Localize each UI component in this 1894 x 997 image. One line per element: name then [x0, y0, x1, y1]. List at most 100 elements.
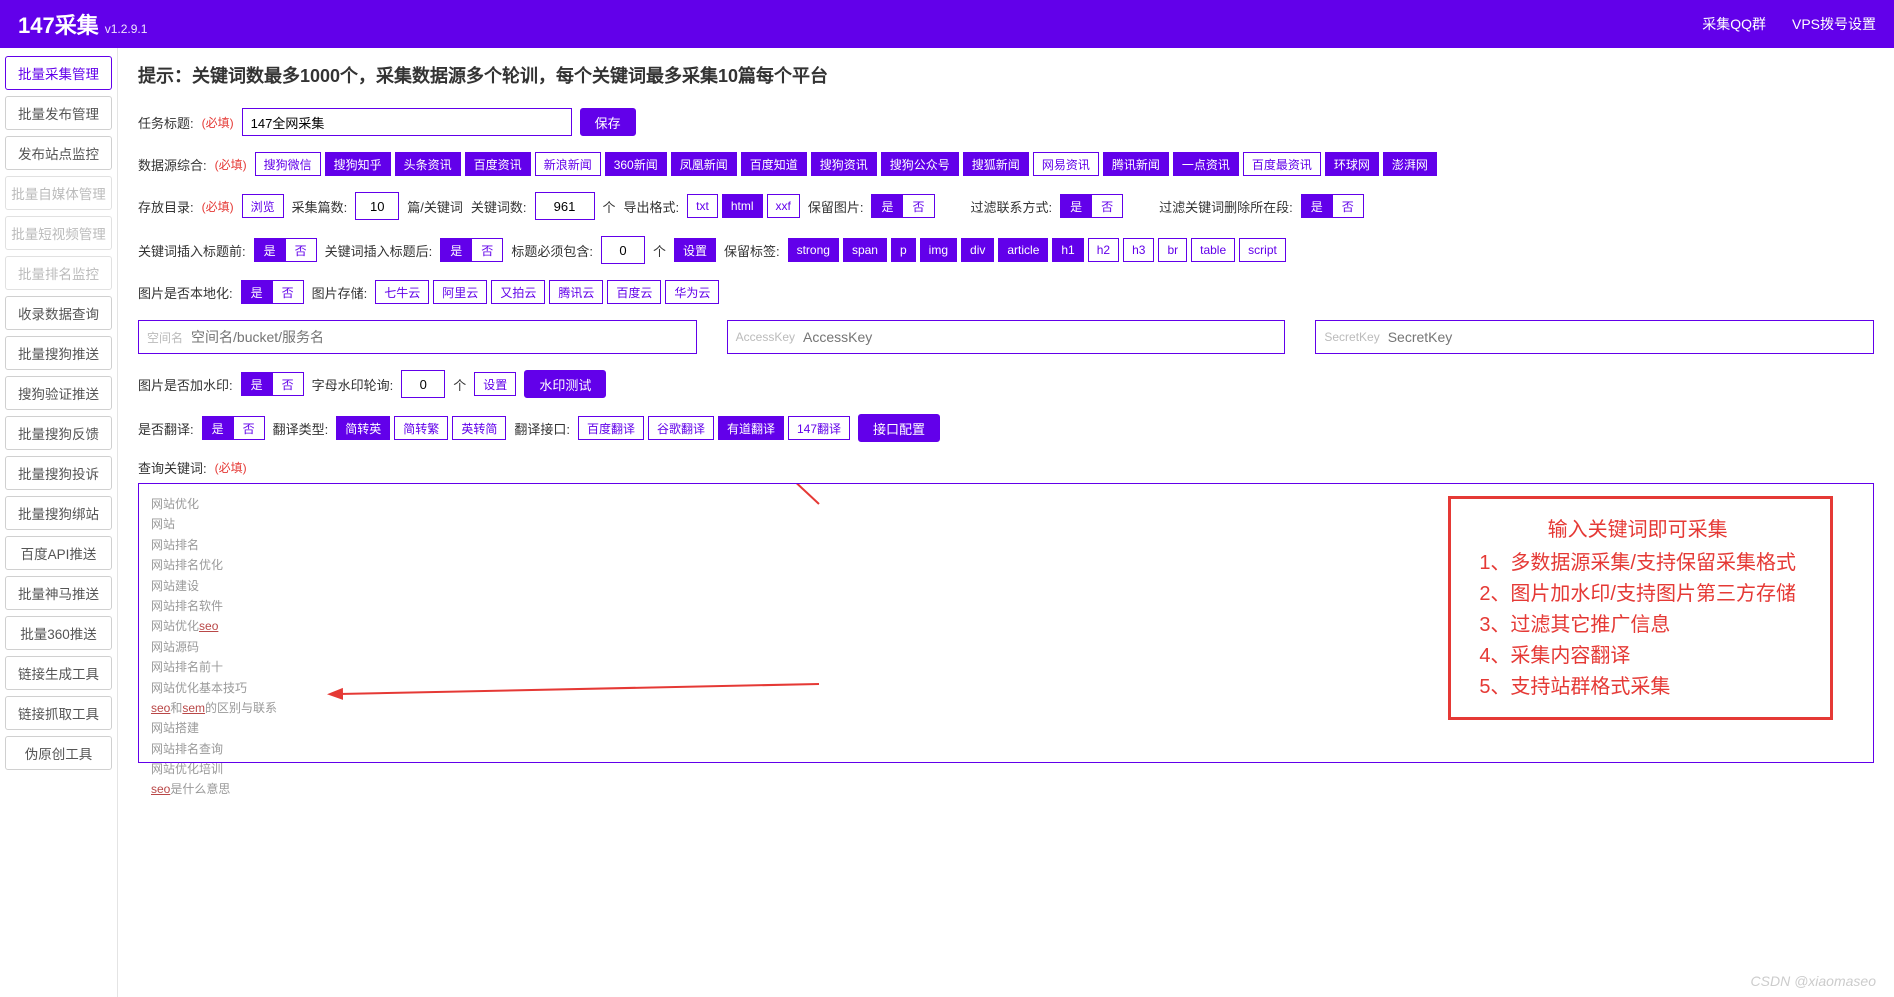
tag-img[interactable]: img [920, 238, 957, 262]
logo-text: 147采集 [18, 8, 99, 40]
tag-搜狗公众号[interactable]: 搜狗公众号 [881, 152, 959, 176]
wm-font-label: 字母水印轮询: [312, 375, 394, 394]
sidebar-item[interactable]: 发布站点监控 [5, 136, 112, 170]
save-button[interactable]: 保存 [580, 108, 636, 136]
wm-test-button[interactable]: 水印测试 [524, 370, 606, 398]
tag-txt[interactable]: txt [687, 194, 718, 218]
trans-cfg-button[interactable]: 接口配置 [858, 414, 940, 442]
tag-头条资讯[interactable]: 头条资讯 [395, 152, 461, 176]
sidebar-item[interactable]: 批量神马推送 [5, 576, 112, 610]
qq-group-link[interactable]: 采集QQ群 [1702, 14, 1766, 34]
tag-英转简[interactable]: 英转简 [452, 416, 506, 440]
tag-阿里云[interactable]: 阿里云 [433, 280, 487, 304]
wm-toggle[interactable]: 是否 [241, 372, 304, 396]
sidebar-item[interactable]: 批量搜狗投诉 [5, 456, 112, 490]
tag-七牛云[interactable]: 七牛云 [375, 280, 429, 304]
tag-搜狗资讯[interactable]: 搜狗资讯 [811, 152, 877, 176]
app-logo: 147采集 v1.2.9.1 [18, 8, 147, 40]
tag-table[interactable]: table [1191, 238, 1235, 262]
keep-img-toggle[interactable]: 是否 [871, 194, 934, 218]
sidebar-item[interactable]: 收录数据查询 [5, 296, 112, 330]
tag-div[interactable]: div [961, 238, 994, 262]
ak-prefix: AccessKey [736, 330, 795, 344]
sidebar-item[interactable]: 批量搜狗绑站 [5, 496, 112, 530]
keyword-line: 网站排名查询 [151, 739, 1861, 759]
space-input[interactable] [191, 329, 688, 345]
tag-p[interactable]: p [891, 238, 916, 262]
browse-button[interactable]: 浏览 [242, 194, 284, 218]
tag-br[interactable]: br [1158, 238, 1187, 262]
tag-一点资讯[interactable]: 一点资讯 [1173, 152, 1239, 176]
tag-简转繁[interactable]: 简转繁 [394, 416, 448, 440]
anno-line: 2、图片加水印/支持图片第三方存储 [1479, 579, 1796, 610]
insert-after-toggle[interactable]: 是否 [440, 238, 503, 262]
sk-input[interactable] [1388, 329, 1865, 345]
must-input[interactable] [601, 236, 645, 264]
tag-搜狗知乎[interactable]: 搜狗知乎 [325, 152, 391, 176]
source-label: 数据源综合: [138, 155, 207, 174]
count-input[interactable] [355, 192, 399, 220]
tag-凤凰新闻[interactable]: 凤凰新闻 [671, 152, 737, 176]
wm-font-set-button[interactable]: 设置 [474, 372, 516, 396]
sidebar-item[interactable]: 批量发布管理 [5, 96, 112, 130]
tag-环球网[interactable]: 环球网 [1325, 152, 1379, 176]
tag-百度云[interactable]: 百度云 [607, 280, 661, 304]
filter-kw-toggle[interactable]: 是否 [1301, 194, 1364, 218]
tag-script[interactable]: script [1239, 238, 1286, 262]
trans-toggle[interactable]: 是否 [202, 416, 265, 440]
insert-before-toggle[interactable]: 是否 [254, 238, 317, 262]
tag-h1[interactable]: h1 [1052, 238, 1083, 262]
tag-搜狗微信[interactable]: 搜狗微信 [255, 152, 321, 176]
ak-input[interactable] [803, 329, 1276, 345]
vps-dial-link[interactable]: VPS拨号设置 [1792, 14, 1876, 34]
tag-h3[interactable]: h3 [1123, 238, 1154, 262]
filter-contact-toggle[interactable]: 是否 [1060, 194, 1123, 218]
sidebar-item[interactable]: 批量搜狗推送 [5, 336, 112, 370]
tag-腾讯新闻[interactable]: 腾讯新闻 [1103, 152, 1169, 176]
wm-font-input[interactable] [401, 370, 445, 398]
tag-华为云[interactable]: 华为云 [665, 280, 719, 304]
tag-澎湃网[interactable]: 澎湃网 [1383, 152, 1437, 176]
sidebar-item[interactable]: 批量搜狗反馈 [5, 416, 112, 450]
tag-新浪新闻[interactable]: 新浪新闻 [535, 152, 601, 176]
sidebar-item[interactable]: 批量短视频管理 [5, 216, 112, 250]
tag-谷歌翻译[interactable]: 谷歌翻译 [648, 416, 714, 440]
tag-h2[interactable]: h2 [1088, 238, 1119, 262]
tag-html[interactable]: html [722, 194, 763, 218]
tag-strong[interactable]: strong [788, 238, 839, 262]
sidebar-item[interactable]: 批量排名监控 [5, 256, 112, 290]
tag-百度翻译[interactable]: 百度翻译 [578, 416, 644, 440]
tag-百度资讯[interactable]: 百度资讯 [465, 152, 531, 176]
tag-百度最资讯[interactable]: 百度最资讯 [1243, 152, 1321, 176]
tag-360新闻[interactable]: 360新闻 [605, 152, 667, 176]
tag-span[interactable]: span [843, 238, 887, 262]
img-local-toggle[interactable]: 是否 [241, 280, 304, 304]
sidebar-item[interactable]: 链接抓取工具 [5, 696, 112, 730]
task-title-req: (必填) [202, 114, 234, 131]
sidebar-item[interactable]: 批量360推送 [5, 616, 112, 650]
tag-又拍云[interactable]: 又拍云 [491, 280, 545, 304]
tag-简转英[interactable]: 简转英 [336, 416, 390, 440]
kw-count-input[interactable] [535, 192, 595, 220]
sidebar-item[interactable]: 链接生成工具 [5, 656, 112, 690]
anno-line: 5、支持站群格式采集 [1479, 672, 1796, 703]
tag-xxf[interactable]: xxf [767, 194, 800, 218]
tag-百度知道[interactable]: 百度知道 [741, 152, 807, 176]
tag-article[interactable]: article [998, 238, 1048, 262]
main-content: 提示：关键词数最多1000个，采集数据源多个轮训，每个关键词最多采集10篇每个平… [118, 48, 1894, 997]
tag-有道翻译[interactable]: 有道翻译 [718, 416, 784, 440]
sidebar-item[interactable]: 批量自媒体管理 [5, 176, 112, 210]
sidebar-item[interactable]: 百度API推送 [5, 536, 112, 570]
tag-147翻译[interactable]: 147翻译 [788, 416, 850, 440]
sidebar-item[interactable]: 搜狗验证推送 [5, 376, 112, 410]
tag-网易资讯[interactable]: 网易资讯 [1033, 152, 1099, 176]
sidebar-item[interactable]: 批量采集管理 [5, 56, 112, 90]
keep-img-label: 保留图片: [808, 197, 864, 216]
keyword-textarea[interactable]: 网站优化网站网站排名网站排名优化网站建设网站排名软件网站优化seo网站源码网站排… [138, 483, 1874, 763]
must-set-button[interactable]: 设置 [674, 238, 716, 262]
keyword-line: 网站优化培训 [151, 759, 1861, 779]
tag-搜狐新闻[interactable]: 搜狐新闻 [963, 152, 1029, 176]
task-title-input[interactable] [242, 108, 572, 136]
tag-腾讯云[interactable]: 腾讯云 [549, 280, 603, 304]
sidebar-item[interactable]: 伪原创工具 [5, 736, 112, 770]
